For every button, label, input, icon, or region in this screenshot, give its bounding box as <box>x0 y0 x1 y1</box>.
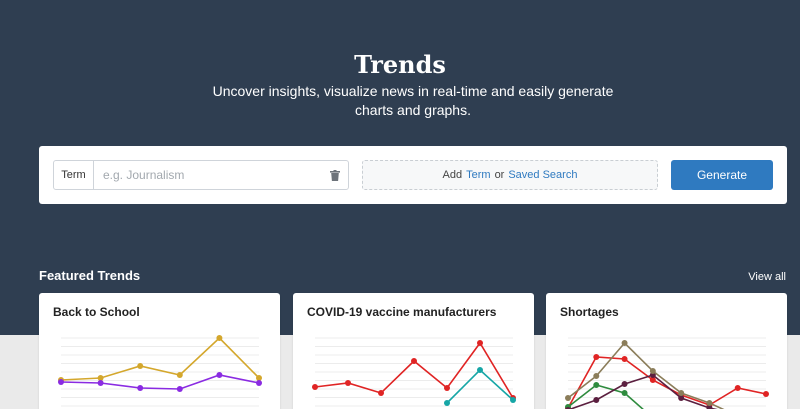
data-point <box>216 335 223 341</box>
data-point <box>444 400 450 406</box>
data-point <box>477 340 483 346</box>
series-line-0 <box>60 336 260 381</box>
data-point <box>734 385 741 391</box>
data-point <box>137 363 144 369</box>
term-input-group: Term <box>53 160 349 190</box>
data-point <box>411 358 417 364</box>
data-point <box>593 382 600 388</box>
data-point <box>58 379 64 385</box>
data-point <box>593 354 600 360</box>
data-point <box>593 373 600 379</box>
trend-chart <box>565 337 769 409</box>
data-point <box>176 372 183 378</box>
data-point <box>706 400 713 406</box>
trend-chart <box>58 335 262 407</box>
series-line-1 <box>60 374 260 390</box>
term-label: Term <box>54 161 94 189</box>
trend-chart <box>312 337 516 407</box>
data-point <box>137 385 144 391</box>
add-term-dropzone: Add Term or Saved Search <box>362 160 658 190</box>
data-point <box>678 390 685 396</box>
view-all-link[interactable]: View all <box>748 271 786 283</box>
data-point <box>256 380 262 386</box>
term-input[interactable] <box>94 161 322 189</box>
data-point <box>649 368 656 374</box>
data-point <box>763 391 769 397</box>
data-point <box>477 367 483 373</box>
add-prefix-text: Add <box>442 169 463 181</box>
data-point <box>510 397 516 403</box>
series-line-0 <box>314 341 514 399</box>
featured-trends-heading: Featured Trends <box>39 268 141 283</box>
trend-card-covid-vaccine[interactable]: COVID-19 vaccine manufacturers <box>293 293 534 409</box>
data-point <box>378 390 384 396</box>
trash-icon[interactable] <box>322 161 348 189</box>
data-point <box>621 381 628 387</box>
data-point <box>345 380 351 386</box>
page-title: Trends <box>354 50 446 79</box>
data-point <box>593 397 600 403</box>
data-point <box>621 390 628 396</box>
add-term-link[interactable]: Term <box>466 169 490 181</box>
generate-button[interactable]: Generate <box>671 160 773 190</box>
search-panel: Term Add Term or Saved Search Generate <box>39 146 787 204</box>
add-or-text: or <box>494 169 505 181</box>
data-point <box>621 356 628 362</box>
data-point <box>97 380 104 386</box>
page-subtitle: Uncover insights, visualize news in real… <box>212 83 614 118</box>
add-saved-search-link[interactable]: Saved Search <box>508 169 577 181</box>
data-point <box>565 395 571 401</box>
data-point <box>216 372 223 378</box>
hero-banner: Trends Uncover insights, visualize news … <box>0 0 800 335</box>
trend-card-shortages[interactable]: Shortages <box>546 293 787 409</box>
data-point <box>312 384 318 390</box>
data-point <box>444 385 450 391</box>
trend-card-back-to-school[interactable]: Back to School <box>39 293 280 409</box>
data-point <box>176 386 183 392</box>
data-point <box>621 340 628 346</box>
